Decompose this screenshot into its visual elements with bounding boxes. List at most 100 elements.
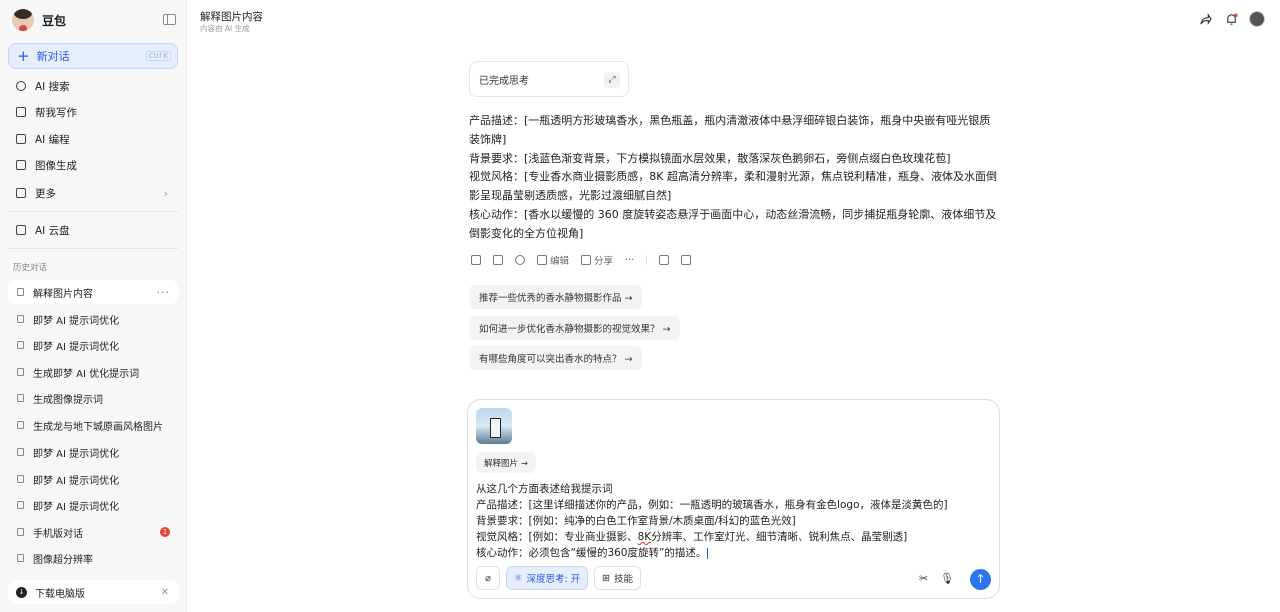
history-item[interactable]: 即梦 AI 提示词优化 <box>8 333 178 357</box>
dislike-button[interactable] <box>681 255 692 265</box>
more-icon: ··· <box>625 254 635 266</box>
phone-icon <box>17 528 24 536</box>
nav-more[interactable]: 更多 › <box>8 180 178 206</box>
history-item[interactable]: 生成图像提示词 <box>8 386 178 410</box>
text-caret <box>707 547 709 559</box>
edit-label: 编辑 <box>550 256 570 267</box>
nav-cloud[interactable]: AI 云盘 <box>8 217 178 243</box>
read-aloud-button[interactable] <box>471 255 481 265</box>
chat-icon <box>17 394 24 402</box>
download-icon: ↓ <box>16 586 27 598</box>
suggestion-chip[interactable]: 有哪些角度可以突出香水的特点？ → <box>469 346 643 370</box>
scissors-icon[interactable]: ✂ <box>919 572 928 585</box>
nav-coding[interactable]: AI 编程 <box>8 126 178 152</box>
explain-image-chip[interactable]: 解释图片 → <box>476 452 536 473</box>
download-desktop-button[interactable]: ↓ 下载电脑版 ✕ <box>8 580 178 604</box>
prompt-input[interactable]: 从这几个方面表述给我提示词 产品描述：[这里详细描述你的产品，例如：一瓶透明的玻… <box>476 481 991 561</box>
share-icon[interactable] <box>1199 13 1212 26</box>
history-item[interactable]: 图像超分辨率 <box>8 546 178 570</box>
divider <box>646 255 648 265</box>
thinking-panel[interactable]: 已完成思考 ⤢ <box>469 61 629 97</box>
microphone-icon[interactable]: 🎙 <box>940 572 954 585</box>
like-button[interactable] <box>659 255 670 265</box>
history-item[interactable]: 即梦 AI 提示词优化 <box>8 493 178 517</box>
share-button[interactable]: 分享 <box>581 253 613 267</box>
regenerate-button[interactable] <box>515 255 525 265</box>
sidebar-collapse-icon[interactable] <box>163 14 176 25</box>
nav-label: 更多 <box>35 187 56 200</box>
new-chat-label: 新对话 <box>36 50 70 63</box>
history-label: 生成图像提示词 <box>33 394 103 406</box>
history-label: 即梦 AI 提示词优化 <box>33 341 120 353</box>
nav-image-gen[interactable]: 图像生成 <box>8 152 178 178</box>
history-label: 即梦 AI 提示词优化 <box>33 315 120 327</box>
answer-paragraph: 核心动作：[香水以缓慢的 360 度旋转姿态悬浮于画面中心，动态丝滑流畅，同步捕… <box>469 207 997 240</box>
prompt-line: 产品描述：[这里详细描述你的产品，例如：一瓶透明的玻璃香水，瓶身有金色logo，… <box>476 499 948 511</box>
bell-icon[interactable] <box>1225 13 1238 26</box>
speaker-icon <box>471 255 481 265</box>
chat-icon <box>17 501 24 509</box>
divider <box>8 248 178 249</box>
answer-text: 产品描述：[一瓶透明方形玻璃香水，黑色瓶盖，瓶内清澈液体中悬浮细碎银白装饰，瓶身… <box>469 112 999 244</box>
page-subtitle: 内容由 AI 生成 <box>200 24 250 33</box>
divider <box>8 211 178 212</box>
history-item[interactable]: 生成即梦 AI 优化提示词 <box>8 360 178 384</box>
history-label: 即梦 AI 提示词优化 <box>33 475 120 487</box>
history-label: 生成即梦 AI 优化提示词 <box>33 368 140 380</box>
answer-actions: 编辑 分享 ··· <box>471 253 692 267</box>
chat-icon <box>17 288 24 296</box>
send-button[interactable]: ↑ <box>970 569 991 590</box>
edit-icon <box>537 255 547 265</box>
plus-icon: + <box>17 46 30 65</box>
cloud-drive-icon <box>16 225 26 235</box>
attached-image-thumbnail[interactable] <box>476 408 512 444</box>
share-label: 分享 <box>594 256 614 267</box>
history-label: 解释图片内容 <box>33 288 93 300</box>
nav-label: AI 编程 <box>35 133 70 146</box>
share-icon <box>581 255 592 265</box>
history-item[interactable]: 即梦 AI 提示词优化 <box>8 467 178 491</box>
nav-label: AI 云盘 <box>35 224 70 237</box>
nav-label: AI 搜索 <box>35 80 70 93</box>
close-icon[interactable]: ✕ <box>161 587 169 598</box>
skills-button[interactable]: ⊞ 技能 <box>594 566 641 590</box>
prompt-line: 视觉风格：[例如：专业商业摄影、 <box>476 531 638 543</box>
prompt-line: 分辨率、工作室灯光、细节清晰、锐利焦点、晶莹剔透] <box>651 531 908 543</box>
pen-icon <box>16 107 26 117</box>
composer: 解释图片 → 从这几个方面表述给我提示词 产品描述：[这里详细描述你的产品，例如… <box>467 399 1000 599</box>
history-item[interactable]: 生成龙与地下城原画风格图片 <box>8 413 178 437</box>
history-item[interactable]: 手机版对话 1 <box>8 520 178 544</box>
new-chat-button[interactable]: + 新对话 Ctrl K <box>8 43 178 69</box>
user-avatar[interactable] <box>1249 11 1265 27</box>
attach-button[interactable]: ⌀ <box>476 566 500 590</box>
edit-button[interactable]: 编辑 <box>537 253 569 267</box>
history-title: 历史对话 <box>13 263 48 273</box>
nav-label: 帮我写作 <box>35 106 77 119</box>
history-label: 手机版对话 <box>33 528 83 540</box>
history-item[interactable]: 即梦 AI 提示词优化 <box>8 440 178 464</box>
deep-think-toggle[interactable]: ⚛ 深度思考: 开 <box>506 566 589 590</box>
expand-icon[interactable]: ⤢ <box>604 72 620 88</box>
suggestion-chip[interactable]: 如何进一步优化香水静物摄影的视觉效果？ → <box>469 316 681 340</box>
skills-label: 技能 <box>613 574 633 585</box>
history-item[interactable]: 即梦 AI 提示词优化 <box>8 307 178 331</box>
image-icon <box>16 160 26 170</box>
brand[interactable]: 豆包 <box>12 9 66 31</box>
more-icon[interactable]: ··· <box>157 286 171 299</box>
answer-paragraph: 视觉风格：[专业香水商业摄影质感，8K 超高清分辨率，柔和漫射光源，焦点锐利精准… <box>469 170 997 203</box>
copy-icon <box>493 255 503 265</box>
history-item[interactable]: 解释图片内容 ··· <box>8 280 178 304</box>
more-button[interactable]: ··· <box>625 255 634 266</box>
history-label: 即梦 AI 提示词优化 <box>33 501 120 513</box>
nav-ai-search[interactable]: AI 搜索 <box>8 73 178 99</box>
page-title: 解释图片内容 <box>200 11 263 23</box>
copy-button[interactable] <box>493 255 503 265</box>
prompt-line: 从这几个方面表述给我提示词 <box>476 483 613 495</box>
shortcut-hint: Ctrl K <box>145 51 171 61</box>
paperclip-icon: ⌀ <box>485 572 491 584</box>
nav-writing[interactable]: 帮我写作 <box>8 99 178 125</box>
history-label: 即梦 AI 提示词优化 <box>33 448 120 460</box>
history-label: 生成龙与地下城原画风格图片 <box>33 421 163 433</box>
suggestion-chip[interactable]: 推荐一些优秀的香水静物摄影作品 → <box>469 285 643 309</box>
grid-icon <box>16 188 26 198</box>
